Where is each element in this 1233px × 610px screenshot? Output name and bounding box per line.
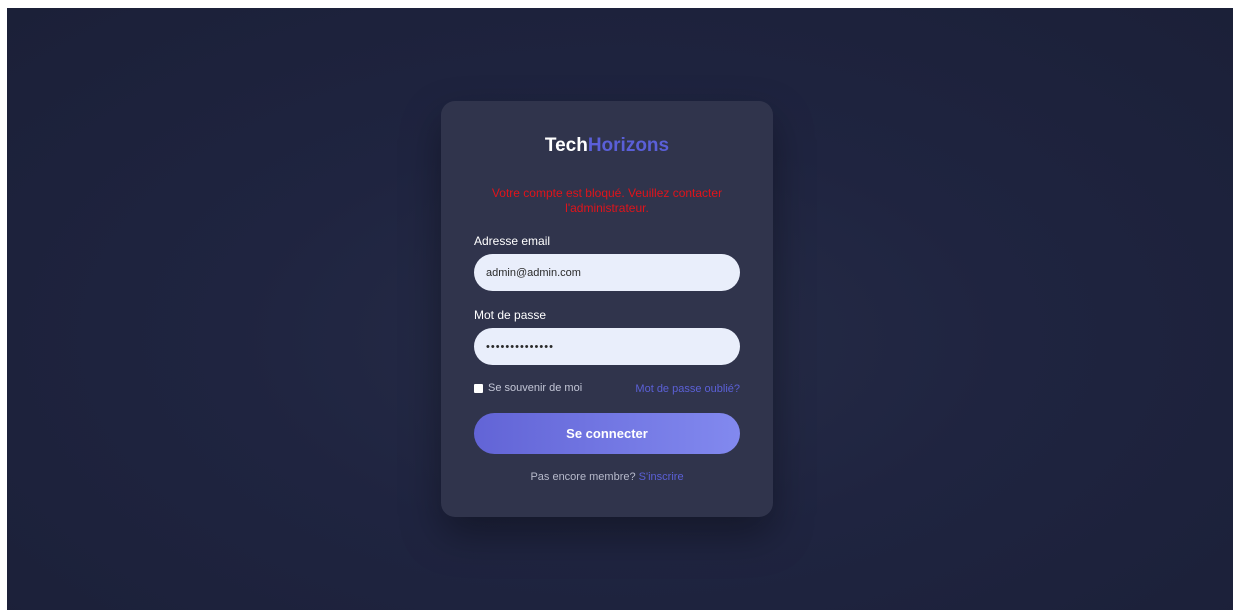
- signup-prompt-text: Pas encore membre?: [530, 471, 636, 483]
- remember-me[interactable]: Se souvenir de moi: [474, 382, 582, 394]
- brand-logo-part1: Tech: [544, 135, 588, 156]
- error-message: Votre compte est bloqué. Veuillez contac…: [491, 186, 723, 215]
- login-button[interactable]: Se connecter: [474, 413, 740, 454]
- email-label: Adresse email: [474, 234, 551, 248]
- remember-me-label: Se souvenir de moi: [488, 382, 583, 394]
- remember-me-checkbox[interactable]: [474, 383, 483, 393]
- login-card: TechHorizons Votre compte est bloqué. Ve…: [441, 101, 773, 517]
- brand-logo-part2: Horizons: [587, 135, 670, 156]
- page-background: TechHorizons Votre compte est bloqué. Ve…: [7, 8, 1233, 610]
- password-label: Mot de passe: [474, 308, 547, 322]
- signup-link[interactable]: S'inscrire: [639, 471, 684, 483]
- forgot-password-link[interactable]: Mot de passe oublié?: [635, 383, 740, 395]
- brand-logo: TechHorizons: [441, 135, 773, 157]
- email-field[interactable]: [474, 254, 740, 291]
- signup-prompt: Pas encore membre? S'inscrire: [441, 471, 773, 483]
- password-field[interactable]: [474, 328, 740, 365]
